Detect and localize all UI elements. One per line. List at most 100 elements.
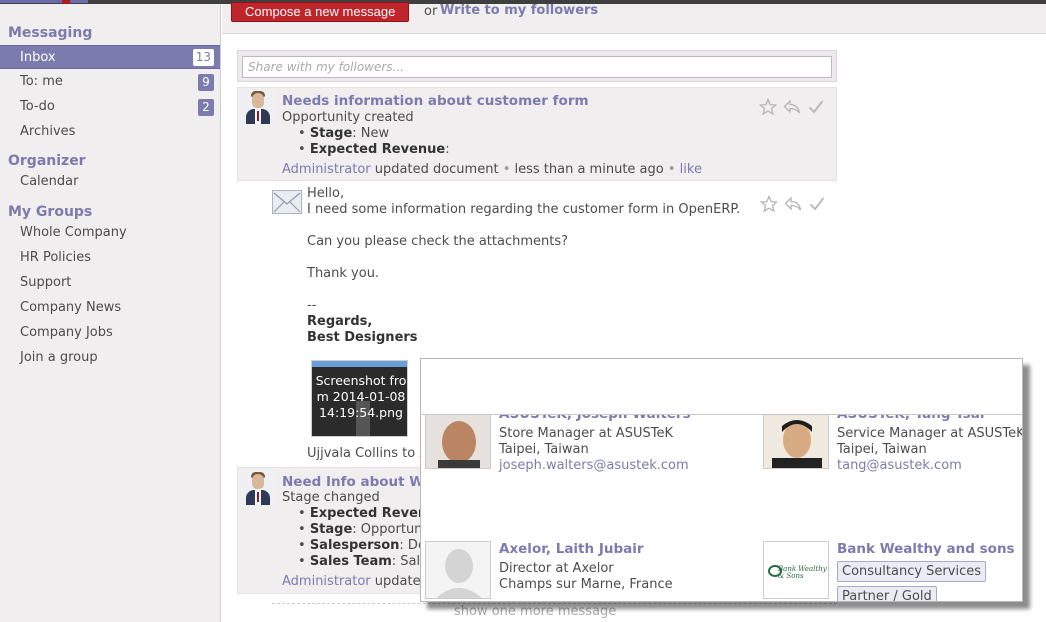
message-title[interactable]: Needs information about customer form bbox=[282, 93, 589, 109]
bullet-value: : bbox=[445, 142, 450, 157]
company-logo-text: Bank Wealthy & Sons bbox=[778, 565, 827, 580]
contact-location: Taipei, Taiwan bbox=[837, 442, 927, 457]
sidebar-item-label: HR Policies bbox=[20, 250, 92, 265]
message-bullet: • Stage: New bbox=[298, 126, 390, 141]
sidebar-item-whole-company[interactable]: Whole Company bbox=[0, 221, 220, 245]
sidebar-section-messaging: Messaging bbox=[8, 25, 93, 41]
reply-icon[interactable] bbox=[784, 195, 802, 213]
message-subtitle: Opportunity created bbox=[282, 110, 414, 125]
write-to-followers-link[interactable]: Write to my followers bbox=[440, 3, 598, 18]
message-meta: Administrator updatec bbox=[282, 574, 428, 589]
contact-job: Service Manager at ASUSTeK bbox=[837, 426, 1023, 441]
sidebar-item-archives[interactable]: Archives bbox=[0, 120, 220, 144]
sidebar-item-company-jobs[interactable]: Company Jobs bbox=[0, 321, 220, 345]
company-logo: Bank Wealthy & Sons bbox=[763, 541, 829, 599]
sidebar-item-label: Company News bbox=[20, 300, 122, 315]
sidebar-section-organizer: Organizer bbox=[8, 153, 86, 169]
sidebar-section-my-groups: My Groups bbox=[8, 204, 93, 220]
message-bullet: • Expected Rever bbox=[298, 506, 425, 521]
email-line: -- bbox=[307, 298, 317, 313]
bullet-label: Expected Rever bbox=[309, 506, 425, 521]
share-input[interactable] bbox=[242, 56, 832, 78]
bullet-label: Sales Team bbox=[309, 554, 392, 569]
avatar bbox=[241, 471, 275, 505]
category-tag[interactable]: Consultancy Services bbox=[837, 561, 986, 582]
email-line: Can you please check the attachments? bbox=[307, 234, 569, 249]
sidebar-item-label: Archives bbox=[20, 124, 76, 139]
bullet-label: Stage bbox=[309, 126, 353, 141]
sidebar-item-label: To-do bbox=[20, 99, 55, 114]
sidebar-item-todo[interactable]: To-do 2 bbox=[0, 95, 220, 119]
sidebar: Messaging Inbox 13 To: me 9 To-do 2 Arch… bbox=[0, 4, 221, 622]
sidebar-item-label: Inbox bbox=[20, 50, 56, 65]
contact-photo-placeholder bbox=[425, 541, 491, 599]
sidebar-item-label: Calendar bbox=[20, 174, 79, 189]
contact-photo bbox=[425, 411, 491, 469]
contact-job: Store Manager at ASUSTeK bbox=[499, 426, 673, 441]
email-signature: Best Designers bbox=[307, 330, 418, 345]
message-actions bbox=[759, 194, 832, 213]
star-icon[interactable] bbox=[758, 97, 778, 116]
sidebar-item-label: Company Jobs bbox=[20, 325, 113, 340]
contact-name[interactable]: Axelor, Laith Jubair bbox=[499, 541, 644, 557]
contact-name[interactable]: Bank Wealthy and sons bbox=[837, 541, 1015, 557]
sidebar-item-inbox[interactable]: Inbox 13 bbox=[0, 45, 220, 69]
inbox-count-badge: 13 bbox=[192, 49, 214, 66]
message-title[interactable]: Need Info about We bbox=[282, 474, 433, 490]
attachment-name: Screenshot from 2014-01-08 14:19:54.png bbox=[315, 373, 407, 420]
share-box bbox=[237, 50, 837, 82]
email-line: Thank you. bbox=[307, 266, 380, 281]
avatar bbox=[241, 90, 275, 124]
contact-location: Taipei, Taiwan bbox=[499, 442, 589, 457]
timestamp: less than a minute ago bbox=[514, 162, 664, 177]
contact-suggestion-popup: ASUSTeK, Joseph Walters Store Manager at… bbox=[420, 358, 1023, 602]
sidebar-item-label: To: me bbox=[20, 74, 63, 89]
author-link[interactable]: Administrator bbox=[282, 574, 371, 589]
category-tag[interactable]: Partner / Gold bbox=[837, 586, 937, 601]
to-me-count-badge: 9 bbox=[198, 74, 214, 91]
contact-email[interactable]: tang@asustek.com bbox=[837, 458, 962, 473]
sidebar-item-label: Support bbox=[20, 275, 72, 290]
bullet-label: Expected Revenue bbox=[309, 142, 446, 157]
show-more-message-link[interactable]: show one more message bbox=[272, 603, 837, 619]
email-signature: Regards, bbox=[307, 314, 373, 329]
sidebar-item-to-me[interactable]: To: me 9 bbox=[0, 70, 220, 94]
message-bullet: • Stage: Opportunit bbox=[298, 522, 432, 537]
message-subtitle: Stage changed bbox=[282, 490, 380, 505]
reply-icon[interactable] bbox=[783, 98, 801, 116]
checkmark-icon[interactable] bbox=[807, 98, 825, 116]
todo-count-badge: 2 bbox=[198, 99, 214, 116]
email-line: I need some information regarding the cu… bbox=[307, 202, 741, 217]
message-meta: Administrator updated document • less th… bbox=[282, 162, 702, 177]
sidebar-item-hr-policies[interactable]: HR Policies bbox=[0, 246, 220, 270]
sidebar-item-company-news[interactable]: Company News bbox=[0, 296, 220, 320]
email-line: Hello, bbox=[307, 186, 345, 201]
sidebar-item-calendar[interactable]: Calendar bbox=[0, 170, 220, 194]
action-text: updated document bbox=[374, 162, 499, 177]
author-text: Ujjvala Collins to bbox=[307, 446, 416, 461]
logo-strip bbox=[0, 0, 88, 3]
bullet-label: Salesperson bbox=[309, 538, 400, 553]
contact-photo bbox=[763, 411, 829, 469]
like-link[interactable]: like bbox=[680, 162, 702, 177]
sidebar-item-join-group[interactable]: Join a group bbox=[0, 346, 220, 370]
message-meta: Ujjvala Collins to A bbox=[307, 446, 428, 461]
sidebar-item-support[interactable]: Support bbox=[0, 271, 220, 295]
message-bullet: • Salesperson: De bbox=[298, 538, 426, 553]
sidebar-item-label: Join a group bbox=[20, 350, 98, 365]
popup-header bbox=[421, 359, 1022, 415]
main-header: Compose a new message or Write to my fol… bbox=[222, 2, 1046, 34]
contact-location: Champs sur Marne, France bbox=[499, 577, 673, 592]
sidebar-item-label: Whole Company bbox=[20, 225, 127, 240]
contact-email[interactable]: joseph.walters@asustek.com bbox=[499, 458, 689, 473]
attachment-thumbnail[interactable]: Screenshot from 2014-01-08 14:19:54.png bbox=[311, 360, 408, 437]
star-icon[interactable] bbox=[759, 194, 779, 213]
more-message-label: show one more message bbox=[454, 604, 617, 619]
compose-message-button[interactable]: Compose a new message bbox=[231, 2, 410, 22]
author-link[interactable]: Administrator bbox=[282, 162, 371, 177]
contact-job: Director at Axelor bbox=[499, 561, 614, 576]
message-actions bbox=[758, 97, 831, 116]
bullet-value: : New bbox=[352, 126, 390, 141]
envelope-icon bbox=[272, 190, 302, 214]
checkmark-icon[interactable] bbox=[808, 195, 826, 213]
